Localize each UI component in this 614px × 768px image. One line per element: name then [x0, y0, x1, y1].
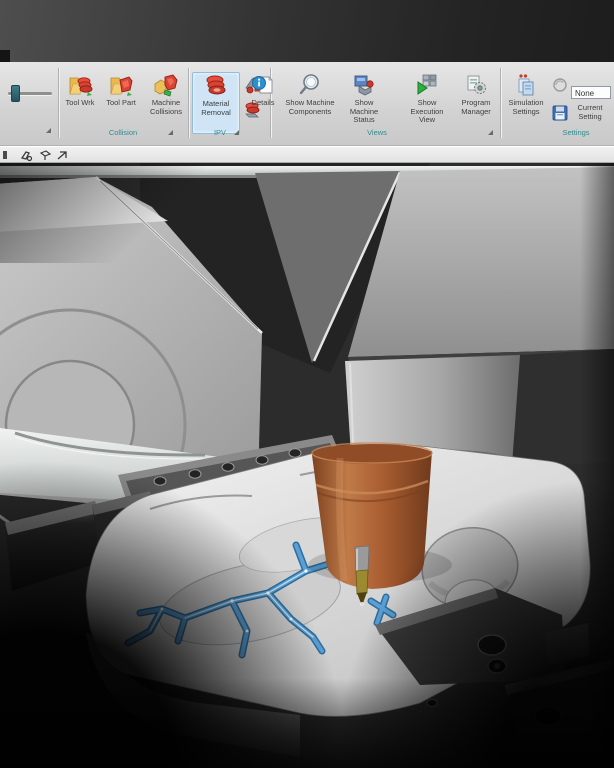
- details-label: Details: [252, 99, 275, 108]
- material-removal-label: Material Removal: [193, 100, 239, 117]
- program-manager-label: Program Manager: [454, 99, 498, 116]
- views-group-launcher-icon[interactable]: [488, 130, 493, 135]
- group-divider: [58, 68, 59, 138]
- program-manager-button[interactable]: Program Manager: [454, 72, 498, 132]
- show-execution-view-icon: [414, 72, 440, 98]
- slider-group-launcher-icon[interactable]: [46, 128, 51, 133]
- group-divider: [188, 68, 189, 138]
- tool-part-button[interactable]: Tool Part: [101, 72, 141, 132]
- tool-part-label: Tool Part: [106, 99, 136, 108]
- details-button[interactable]: Details: [246, 72, 280, 132]
- window-tab-notch: [0, 50, 10, 62]
- strip-marker-icon: [2, 149, 8, 161]
- show-machine-status-label: Show Machine Status: [340, 99, 388, 125]
- views-group-label: Views: [282, 128, 472, 137]
- view-workpiece-icon[interactable]: [39, 149, 52, 162]
- machine-collisions-label: Machine Collisions: [142, 99, 190, 116]
- simulation-viewport[interactable]: [0, 163, 614, 768]
- material-removal-button[interactable]: Material Removal: [192, 72, 240, 134]
- view-machine-icon[interactable]: [56, 149, 69, 162]
- material-removal-icon: [203, 73, 229, 99]
- machine-collisions-button[interactable]: Machine Collisions: [142, 72, 190, 132]
- show-execution-view-button[interactable]: Show Execution View: [402, 72, 452, 132]
- settings-group-label: Settings: [540, 128, 612, 137]
- show-machine-status-button[interactable]: Show Machine Status: [340, 72, 388, 132]
- viewport-quick-toolbar: [0, 146, 614, 163]
- tool-wrk-button[interactable]: Tool Wrk: [60, 72, 100, 132]
- app-window: Tool Wrk Tool Part Machine Collisions: [0, 0, 614, 768]
- current-setting-dropdown[interactable]: None: [571, 86, 611, 99]
- group-divider: [500, 68, 501, 138]
- machine-collisions-icon: [153, 72, 179, 98]
- tool-part-icon: [108, 72, 134, 98]
- current-setting-label: Current Setting: [566, 104, 614, 121]
- details-icon: [250, 72, 276, 98]
- tool-wrk-label: Tool Wrk: [65, 99, 94, 108]
- ipv-group-launcher-icon[interactable]: [234, 130, 239, 135]
- simulation-settings-icon: [513, 72, 539, 98]
- simulation-settings-button[interactable]: Simulation Settings: [504, 72, 548, 132]
- program-manager-icon: [463, 72, 489, 98]
- show-machine-components-icon: [297, 72, 323, 98]
- ipv-group-label: IPV: [192, 128, 248, 137]
- show-machine-status-icon: [351, 72, 377, 98]
- show-machine-components-label: Show Machine Components: [282, 99, 338, 116]
- simulation-settings-label: Simulation Settings: [504, 99, 548, 116]
- tool-wrk-icon: [67, 72, 93, 98]
- view-tool-icon[interactable]: [20, 149, 33, 162]
- top-dark-bar: [0, 0, 614, 62]
- show-machine-components-button[interactable]: Show Machine Components: [282, 72, 338, 132]
- show-execution-view-label: Show Execution View: [402, 99, 452, 125]
- machine-simulation-ribbon: Tool Wrk Tool Part Machine Collisions: [0, 62, 614, 146]
- simulation-speed-slider-handle[interactable]: [11, 85, 20, 102]
- machine-scene: [0, 163, 614, 768]
- reset-setting-icon[interactable]: [551, 76, 569, 94]
- collision-group-launcher-icon[interactable]: [168, 130, 173, 135]
